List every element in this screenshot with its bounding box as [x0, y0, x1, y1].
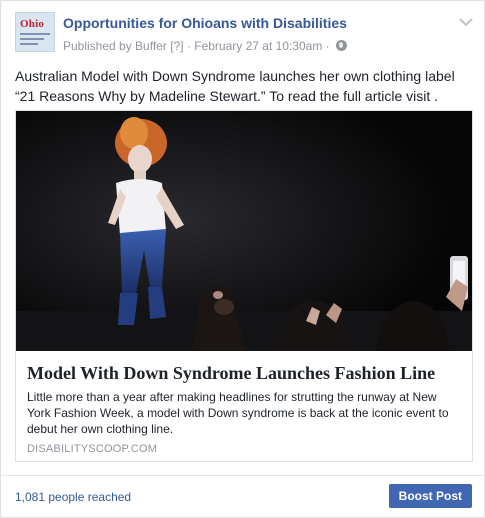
post-header: Ohio Opportunities for Ohioans with Disa…	[15, 12, 474, 56]
post-meta: Published by Buffer [?] · February 27 at…	[63, 38, 347, 53]
post-card: Ohio Opportunities for Ohioans with Disa…	[0, 0, 485, 518]
link-domain: DISABILITYSCOOP.COM	[27, 443, 158, 455]
avatar-logo-text: Ohio	[20, 18, 45, 30]
link-description: Little more than a year after making hea…	[27, 390, 449, 436]
people-reached-link[interactable]: 1,081 people reached	[15, 490, 131, 504]
chevron-down-icon[interactable]	[458, 16, 474, 28]
link-preview-image[interactable]	[16, 111, 472, 351]
link-title[interactable]: Model With Down Syndrome Launches Fashio…	[27, 363, 463, 384]
meta-separator: ·	[186, 38, 191, 53]
runway-photo	[16, 111, 472, 351]
link-preview-card[interactable]: Model With Down Syndrome Launches Fashio…	[15, 110, 473, 462]
page-name-link[interactable]: Opportunities for Ohioans with Disabilit…	[63, 15, 347, 31]
info-marker[interactable]: [?]	[170, 39, 183, 53]
post-timestamp[interactable]: February 27 at 10:30am	[194, 39, 322, 53]
page-avatar[interactable]: Ohio	[15, 12, 55, 52]
published-by-label: Published by Buffer	[63, 38, 167, 53]
footer-divider	[1, 475, 484, 476]
meta-separator: ·	[325, 38, 330, 53]
globe-icon[interactable]	[336, 40, 347, 52]
avatar-logo-lines	[20, 33, 50, 48]
post-body-text: Australian Model with Down Syndrome laun…	[15, 68, 455, 104]
boost-post-button[interactable]: Boost Post	[388, 484, 472, 508]
